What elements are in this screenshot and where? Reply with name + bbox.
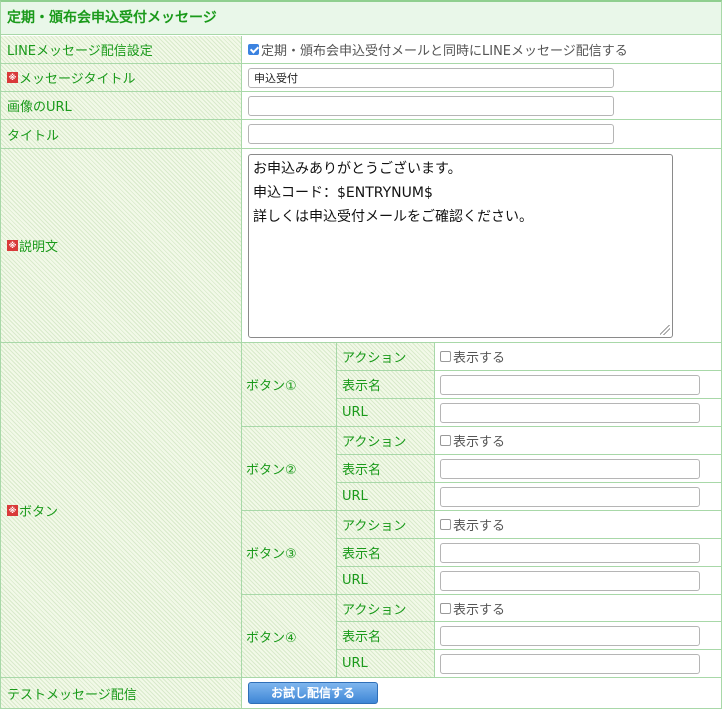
line-send-checkbox-label[interactable]: 定期・頒布会申込受付メールと同時にLINEメッセージ配信する	[261, 40, 628, 59]
button-3-display-name-cell	[435, 539, 721, 567]
button-4-url-label: URL	[337, 650, 435, 678]
button-3-show-label[interactable]: 表示する	[453, 515, 505, 534]
title-input[interactable]	[248, 124, 614, 144]
button-1-display-name-cell	[435, 371, 721, 399]
button-2-display-name-cell	[435, 455, 721, 483]
required-icon: ※	[7, 72, 18, 83]
button-2-show-checkbox[interactable]	[440, 435, 451, 446]
button-3-url-label: URL	[337, 567, 435, 595]
image-url-label-text: 画像のURL	[7, 100, 72, 115]
image-url-label: 画像のURL	[1, 92, 242, 120]
line-setting-label: LINEメッセージ配信設定	[1, 36, 242, 64]
buttons-label: ※ ボタン	[1, 343, 242, 678]
line-setting-cell: 定期・頒布会申込受付メールと同時にLINEメッセージ配信する	[242, 36, 721, 64]
button-4-action-cell: 表示する	[435, 595, 721, 622]
button-3-display-name-label: 表示名	[337, 539, 435, 567]
button-1-display-name-input[interactable]	[440, 374, 700, 395]
url-label-text: URL	[342, 573, 368, 588]
button-2-url-label: URL	[337, 483, 435, 511]
message-title-input[interactable]	[248, 67, 614, 88]
button-2-show-label[interactable]: 表示する	[453, 431, 505, 450]
line-send-checkbox[interactable]	[248, 44, 259, 55]
button-1-show-label[interactable]: 表示する	[453, 347, 505, 366]
button-3-display-name-input[interactable]	[440, 542, 700, 563]
button-1-name: ボタン①	[246, 379, 297, 394]
description-line: 申込コード：$ENTRYNUM$	[253, 185, 433, 201]
test-send-button[interactable]: お試し配信する	[248, 682, 378, 704]
test-message-label: テストメッセージ配信	[1, 678, 242, 709]
url-label-text: URL	[342, 405, 368, 420]
button-4-show-label[interactable]: 表示する	[453, 599, 505, 618]
button-2-name: ボタン②	[246, 463, 297, 478]
button-4-display-name-cell	[435, 622, 721, 650]
display-name-label-text: 表示名	[342, 463, 382, 478]
button-1-url-label: URL	[337, 399, 435, 427]
title-cell	[242, 120, 721, 149]
test-message-label-text: テストメッセージ配信	[7, 687, 137, 703]
button-2-url-input[interactable]	[440, 486, 700, 507]
description-line: 詳しくは申込受付メールをご確認ください。	[253, 209, 533, 225]
description-line: お申込みありがとうございます。	[253, 161, 462, 177]
message-title-cell	[242, 64, 721, 92]
button-4-display-name-label: 表示名	[337, 622, 435, 650]
description-label-text: 説明文	[19, 240, 59, 255]
button-1-url-input[interactable]	[440, 402, 700, 423]
title-label-text: タイトル	[7, 128, 60, 144]
description-textarea[interactable]: お申込みありがとうございます。 申込コード：$ENTRYNUM$ 詳しくは申込受…	[248, 154, 673, 338]
required-icon: ※	[7, 240, 18, 251]
message-title-label-text: メッセージタイトル	[19, 72, 136, 87]
button-1-show-checkbox[interactable]	[440, 351, 451, 362]
required-icon: ※	[7, 504, 18, 516]
image-url-cell	[242, 92, 721, 120]
settings-form: 定期・頒布会申込受付メッセージ LINEメッセージ配信設定 定期・頒布会申込受付…	[0, 0, 722, 709]
button-3-url-input[interactable]	[440, 570, 700, 591]
button-1-label: ボタン①	[242, 343, 337, 427]
url-label-text: URL	[342, 656, 368, 671]
url-label-text: URL	[342, 489, 368, 504]
button-3-name: ボタン③	[246, 547, 297, 562]
button-4-name: ボタン④	[246, 630, 297, 646]
button-3-url-cell	[435, 567, 721, 595]
line-setting-label-text: LINEメッセージ配信設定	[7, 44, 153, 59]
display-name-label-text: 表示名	[342, 379, 382, 394]
button-3-action-label: アクション	[337, 511, 435, 539]
message-title-label: ※ メッセージタイトル	[1, 64, 242, 92]
test-message-cell: お試し配信する	[242, 678, 721, 709]
button-2-label: ボタン②	[242, 427, 337, 511]
button-1-display-name-label: 表示名	[337, 371, 435, 399]
button-2-display-name-input[interactable]	[440, 458, 700, 479]
description-label: ※ 説明文	[1, 149, 242, 343]
resize-grip-icon[interactable]	[660, 325, 670, 335]
action-label-text: アクション	[342, 351, 407, 366]
button-1-action-cell: 表示する	[435, 343, 721, 371]
button-3-action-cell: 表示する	[435, 511, 721, 539]
button-2-action-label: アクション	[337, 427, 435, 455]
image-url-input[interactable]	[248, 95, 614, 116]
title-label: タイトル	[1, 120, 242, 149]
button-1-url-cell	[435, 399, 721, 427]
button-2-url-cell	[435, 483, 721, 511]
action-label-text: アクション	[342, 435, 407, 450]
button-3-show-checkbox[interactable]	[440, 519, 451, 530]
buttons-label-text: ボタン	[19, 504, 59, 520]
button-2-action-cell: 表示する	[435, 427, 721, 455]
display-name-label-text: 表示名	[342, 630, 382, 645]
action-label-text: アクション	[342, 602, 407, 618]
section-header: 定期・頒布会申込受付メッセージ	[1, 2, 721, 35]
display-name-label-text: 表示名	[342, 547, 382, 562]
action-label-text: アクション	[342, 519, 407, 534]
button-1-action-label: アクション	[337, 343, 435, 371]
button-4-display-name-input[interactable]	[440, 625, 700, 646]
button-4-url-cell	[435, 650, 721, 678]
button-4-show-checkbox[interactable]	[440, 602, 451, 614]
button-3-label: ボタン③	[242, 511, 337, 595]
button-2-display-name-label: 表示名	[337, 455, 435, 483]
button-4-action-label: アクション	[337, 595, 435, 622]
button-4-url-input[interactable]	[440, 653, 700, 674]
button-4-label: ボタン④	[242, 595, 337, 678]
